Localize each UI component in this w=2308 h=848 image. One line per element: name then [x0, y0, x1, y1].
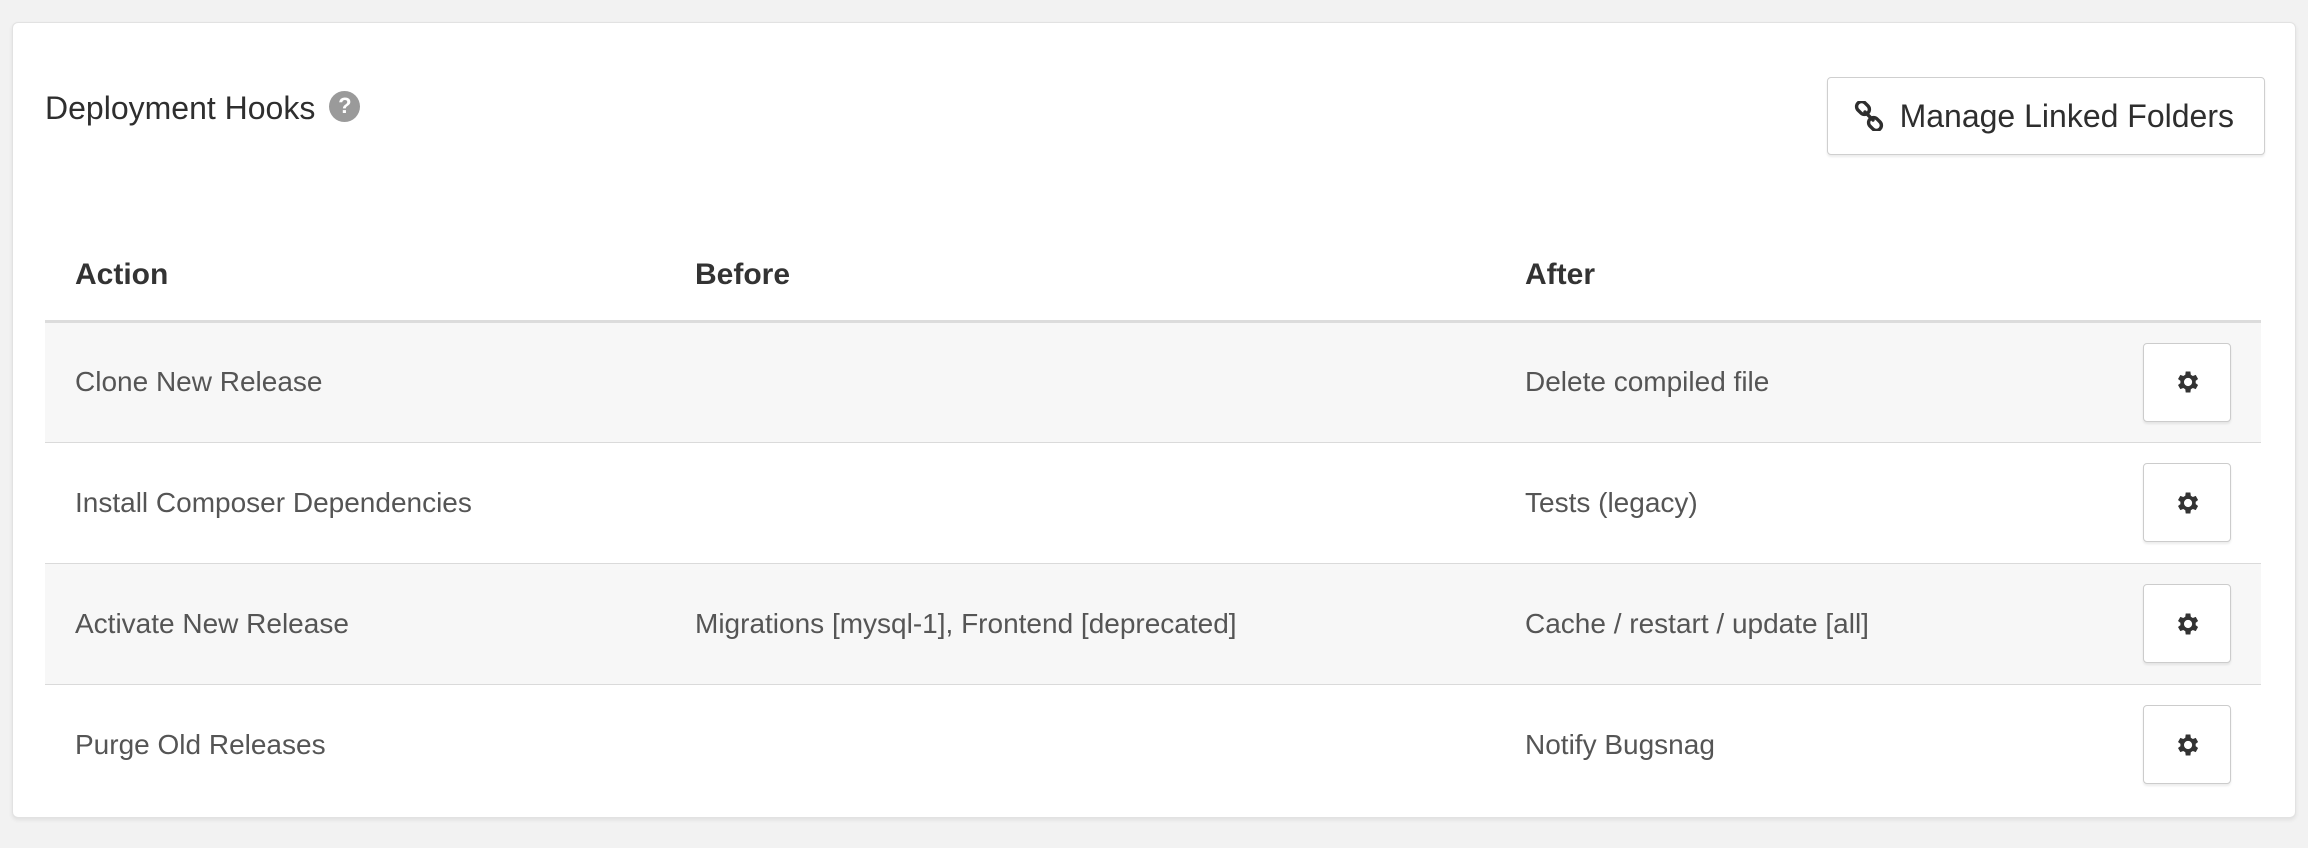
deployment-hooks-panel: Deployment Hooks ? Manage Linked Folders…: [12, 22, 2296, 818]
row-action: Clone New Release: [45, 321, 665, 443]
header-config: [2111, 231, 2261, 323]
row-after: Delete compiled file: [1495, 321, 2111, 443]
table-row: Install Composer Dependencies Tests (leg…: [45, 442, 2261, 564]
header-action: Action: [45, 231, 665, 323]
configure-hooks-button[interactable]: [2143, 342, 2231, 422]
row-before: Migrations [mysql-1], Frontend [deprecat…: [665, 563, 1495, 685]
row-before: [665, 321, 1495, 443]
panel-header: Deployment Hooks ?: [45, 83, 361, 133]
row-config-cell: [2111, 442, 2261, 564]
table-row: Clone New Release Delete compiled file: [45, 321, 2261, 443]
table-row: Activate New Release Migrations [mysql-1…: [45, 563, 2261, 685]
row-config-cell: [2111, 321, 2261, 443]
gear-icon: [2178, 734, 2199, 756]
gear-icon: [2178, 613, 2199, 634]
configure-hooks-button[interactable]: [2143, 705, 2231, 785]
row-after: Cache / restart / update [all]: [1495, 563, 2111, 685]
table-row: Purge Old Releases Notify Bugsnag: [45, 684, 2261, 805]
hooks-table: Action Before After Clone New Release De…: [45, 231, 2261, 805]
configure-hooks-button[interactable]: [2143, 584, 2231, 663]
question-circle-icon[interactable]: ?: [329, 90, 361, 122]
row-after: Notify Bugsnag: [1525, 728, 1715, 760]
header-after: After: [1495, 231, 2111, 323]
manage-linked-folders-label: Manage Linked Folders: [1899, 97, 2234, 134]
gear-icon: [2178, 492, 2199, 513]
link-icon: [1854, 101, 1884, 131]
header-before: Before: [665, 231, 1495, 323]
row-before: [665, 442, 1495, 564]
row-action: Purge Old Releases: [75, 728, 326, 760]
gear-icon: [2178, 371, 2199, 393]
table-header-row: Action Before After: [45, 231, 2261, 323]
panel-title: Deployment Hooks: [45, 89, 316, 126]
row-config-cell: [2111, 684, 2261, 805]
row-after: Tests (legacy): [1495, 442, 2111, 564]
row-config-cell: [2111, 563, 2261, 685]
row-before: [665, 684, 1495, 805]
manage-linked-folders-button[interactable]: Manage Linked Folders: [1826, 77, 2265, 155]
configure-hooks-button[interactable]: [2143, 463, 2231, 542]
row-action: Install Composer Dependencies: [45, 442, 665, 564]
row-action: Activate New Release: [45, 563, 665, 685]
